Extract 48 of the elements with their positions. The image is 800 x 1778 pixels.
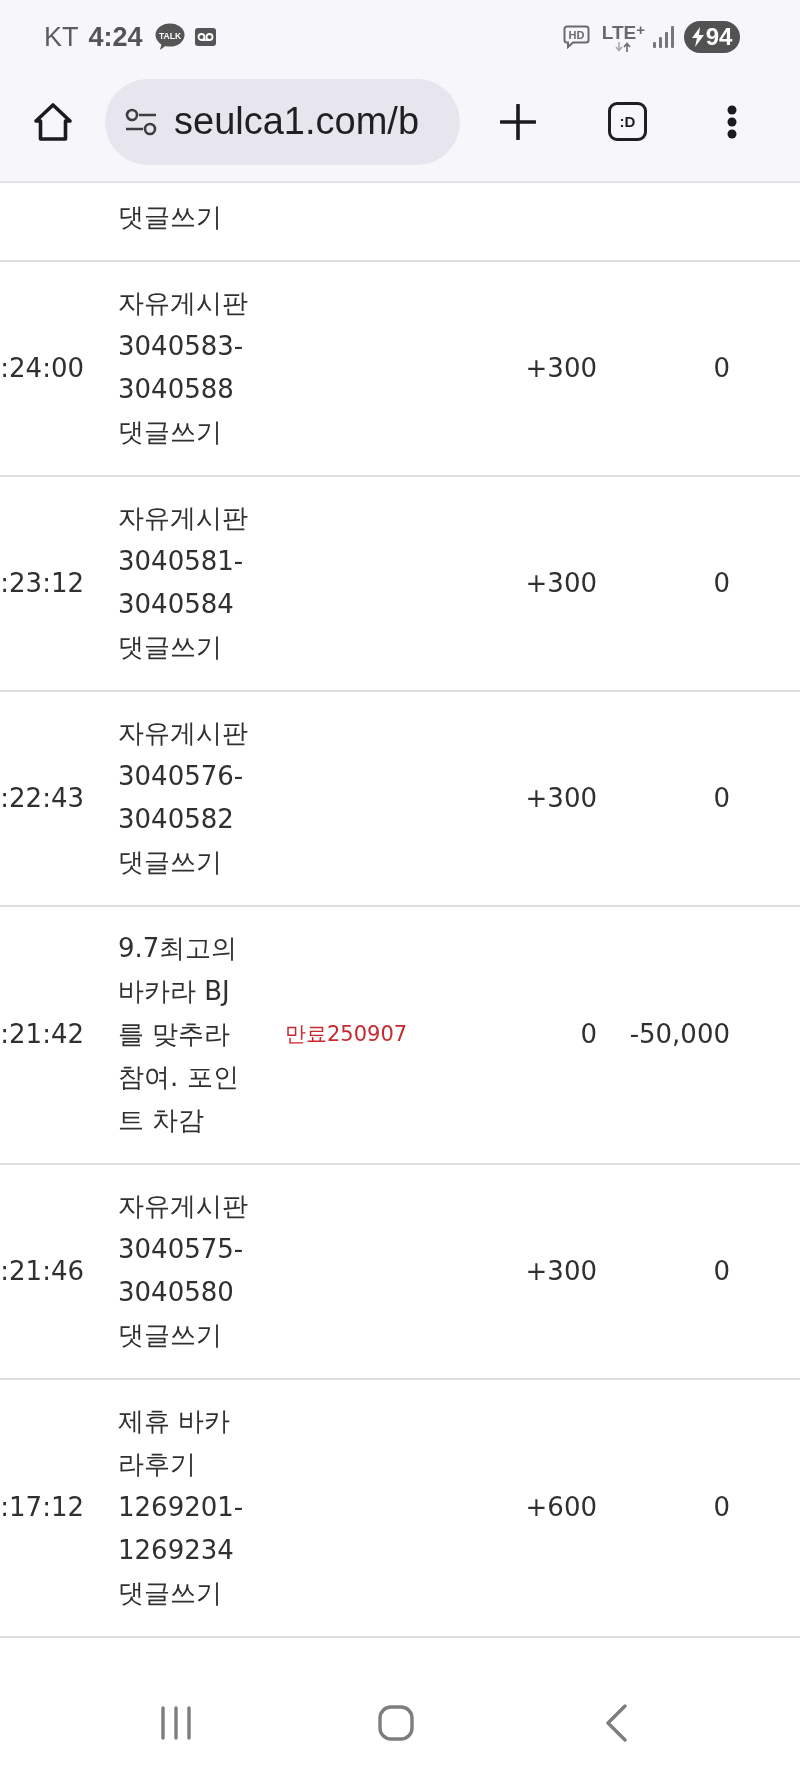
points-cell-text: 0 [580,1018,597,1051]
description-cell-text: 자유게시판 3040575- 3040580 댓글쓰기 [118,1190,248,1352]
deduction-cell-text: 0 [713,1491,730,1524]
recent-apps-icon [160,1706,192,1740]
deduction-cell-text: 0 [713,781,730,815]
time-cell-text: :21:42 [0,1018,84,1051]
home-icon [33,101,73,142]
address-bar[interactable]: seulca1.com/b [105,78,460,165]
points-cell-text: +600 [525,1491,597,1524]
carrier-name: KT [44,21,79,53]
time-cell-text: :17:12 [0,1491,84,1524]
deduction-cell-text: -50,000 [629,1018,730,1051]
description-cell-text: 자유게시판 3040576- 3040582 댓글쓰기 [118,717,248,879]
url-text: seulca1.com/b [174,100,419,143]
points-cell-text: +300 [525,781,597,815]
site-settings-icon[interactable] [125,107,157,136]
rounded-square-icon [378,1705,414,1741]
status-time: 4:24 [88,21,143,53]
hd-voice-icon: HD [562,25,590,49]
description-cell-text: 댓글쓰기 [118,201,222,234]
menu-button[interactable] [727,104,737,139]
lightning-icon [691,27,704,47]
deduction-cell-text: 0 [713,1254,730,1288]
new-tab-button[interactable] [500,103,536,140]
points-cell-text: +300 [525,1254,597,1288]
description-cell-text: 자유게시판 3040583- 3040588 댓글쓰기 [118,287,248,449]
time-cell-text: :22:43 [0,781,84,815]
data-arrows-icon [614,41,633,52]
time-cell-text: :23:12 [0,566,84,600]
tab-switcher-button[interactable]: :D [608,102,647,141]
expiry-note: 만료250907 [285,1021,408,1048]
description-cell-text: 9.7최고의 바카라 BJ 를 맞추라 참여. 포인 트 차감 [118,932,239,1137]
menu-icon [727,104,737,139]
voicemail-icon [194,28,216,46]
description-cell-text: 자유게시판 3040581- 3040584 댓글쓰기 [118,502,248,664]
back-chevron-icon [605,1704,627,1742]
points-cell-text: +300 [525,351,597,385]
signal-icon [653,26,674,48]
plus-icon [500,103,536,140]
battery-level-text: 94 [705,23,733,51]
deduction-cell-text: 0 [713,566,730,600]
description-cell-text: 제휴 바카 라후기 1269201- 1269234 댓글쓰기 [118,1405,244,1610]
deduction-cell-text: 0 [713,351,730,385]
network-type-label: LTE$^{+}$ [601,22,645,42]
home-button[interactable] [33,101,73,142]
time-cell-text: :21:46 [0,1254,84,1288]
points-cell-text: +300 [525,566,597,600]
time-cell-text: :24:00 [0,351,84,385]
